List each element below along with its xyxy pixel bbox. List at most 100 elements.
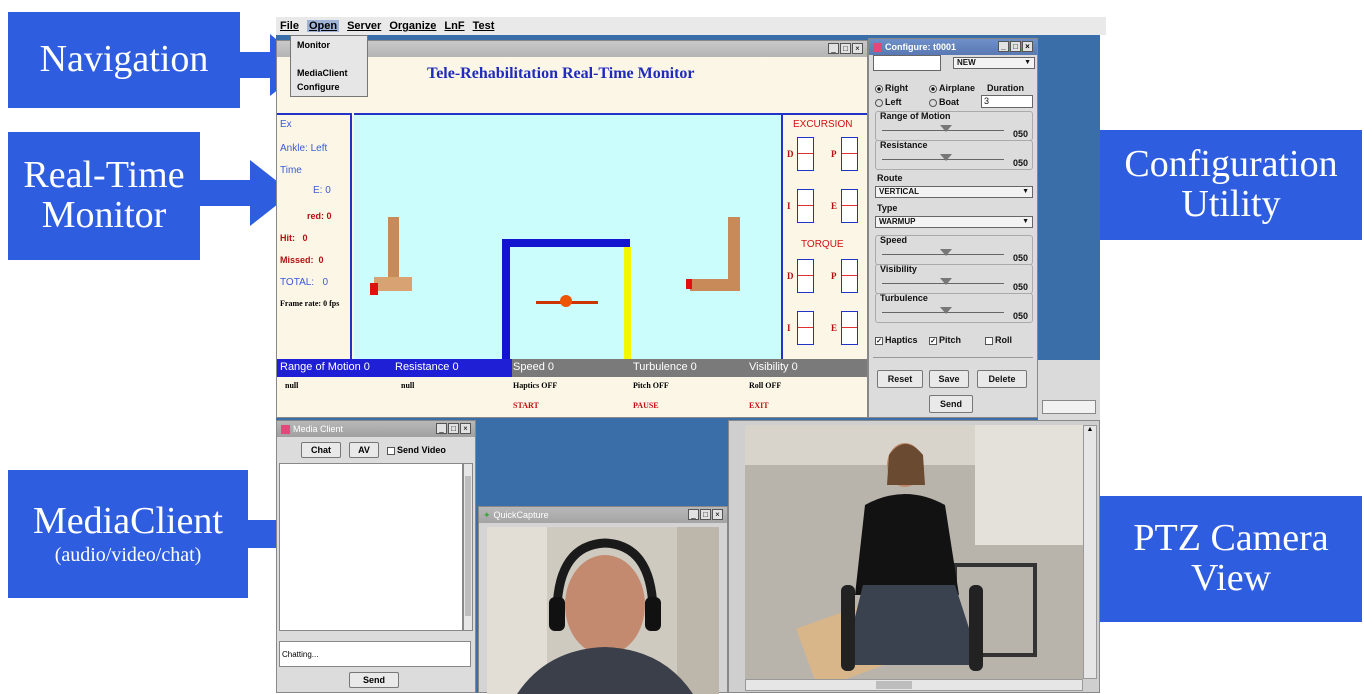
chat-scrollbar[interactable] — [463, 463, 473, 631]
config-name-input[interactable] — [873, 55, 941, 71]
callout-config-line2: Utility — [1181, 183, 1281, 225]
ptz-vertical-scrollbar[interactable]: ▲ — [1083, 425, 1097, 679]
menu-file[interactable]: File — [280, 20, 299, 32]
side-right-radio[interactable]: Right — [875, 83, 908, 93]
maximize-icon[interactable]: □ — [840, 43, 851, 54]
config-send-button[interactable]: Send — [929, 395, 973, 413]
menu-open[interactable]: Open — [306, 20, 340, 32]
app-icon — [873, 42, 882, 52]
ptz-person-body — [855, 494, 959, 595]
close-icon[interactable]: × — [460, 423, 471, 434]
menu-organize[interactable]: Organize — [389, 20, 436, 32]
stat-total: TOTAL: 0 — [280, 277, 328, 288]
speed-slider-thumb[interactable] — [940, 249, 952, 256]
callout-ptz-line1: PTZ Camera — [1133, 517, 1329, 560]
send-video-label: Send Video — [397, 445, 446, 455]
chat-send-button[interactable]: Send — [349, 672, 399, 688]
stat-missed-label: Missed: — [280, 255, 314, 265]
rom-slider-thumb[interactable] — [940, 125, 952, 132]
av-button[interactable]: AV — [349, 442, 379, 458]
rom-label: Range of Motion — [880, 111, 951, 121]
route-label: Route — [877, 173, 903, 183]
callout-config-line1: Configuration — [1124, 143, 1338, 186]
minimize-icon[interactable]: _ — [688, 509, 699, 520]
callout-ptz-line2: View — [1190, 557, 1272, 599]
excursion-gauge-e — [841, 189, 858, 223]
configure-window: Configure: t0001 _□× NEW Right Left Airp… — [868, 38, 1038, 418]
mode-airplane-label: Airplane — [939, 83, 976, 93]
minimize-icon[interactable]: _ — [828, 43, 839, 54]
configure-title: Configure: t0001 — [885, 42, 957, 52]
monitor-title: Tele-Rehabilitation Real-Time Monitor — [427, 65, 695, 82]
quickcapture-titlebar: ✦ QuickCapture _ □ × — [479, 507, 727, 523]
chat-button[interactable]: Chat — [301, 442, 341, 458]
stat-time: Time — [280, 165, 302, 176]
turbulence-slider-thumb[interactable] — [940, 307, 952, 314]
ptz-horizontal-scrollbar[interactable] — [745, 679, 1083, 691]
type-select[interactable]: WARMUP — [875, 216, 1033, 228]
callout-media: MediaClient (audio/video/chat) — [8, 470, 248, 598]
quickcapture-title: QuickCapture — [493, 510, 549, 520]
close-icon[interactable]: × — [852, 43, 863, 54]
close-icon[interactable]: × — [712, 509, 723, 520]
status-visibility: Visibility 0 — [749, 361, 798, 373]
config-divider — [873, 357, 1033, 358]
status-rom: Range of Motion 0 — [280, 361, 370, 373]
check-icon: ✓ — [875, 336, 883, 345]
stat-score: E: 0 — [313, 185, 331, 196]
side-left-radio[interactable]: Left — [875, 97, 902, 107]
goal-frame-left — [502, 239, 510, 361]
unchecked-box-icon — [387, 446, 395, 455]
gauge-label-p1: P — [831, 149, 837, 159]
chat-log-area[interactable] — [279, 463, 463, 631]
excursion-label: EXCURSION — [793, 119, 853, 130]
scroll-up-icon[interactable]: ▲ — [1084, 426, 1096, 433]
scroll-thumb[interactable] — [876, 681, 912, 689]
close-icon[interactable]: × — [1022, 41, 1033, 52]
menu-item-mediaclient[interactable]: MediaClient — [297, 66, 361, 80]
menu-item-configure[interactable]: Configure — [297, 80, 361, 94]
visibility-label: Visibility — [880, 264, 917, 274]
quickcapture-window: ✦ QuickCapture _ □ × — [478, 506, 728, 694]
chat-input[interactable]: Chatting... — [279, 641, 471, 667]
goal-frame-right — [624, 247, 631, 361]
route-select[interactable]: VERTICAL — [875, 186, 1033, 198]
minimize-icon[interactable]: _ — [436, 423, 447, 434]
delete-button[interactable]: Delete — [977, 370, 1027, 388]
callout-navigation-label: Navigation — [39, 38, 209, 81]
send-video-checkbox[interactable]: Send Video — [387, 445, 446, 455]
haptics-checkbox[interactable]: ✓ Haptics — [875, 335, 918, 345]
speed-value: 050 — [1012, 253, 1028, 263]
reset-button[interactable]: Reset — [877, 370, 923, 388]
pitch-checkbox[interactable]: ✓ Pitch — [929, 335, 961, 345]
duration-input[interactable]: 3 — [981, 95, 1033, 108]
turbulence-value: 050 — [1012, 311, 1028, 321]
scroll-thumb[interactable] — [465, 476, 471, 616]
maximize-icon[interactable]: □ — [1010, 41, 1021, 52]
config-new-select[interactable]: NEW — [953, 57, 1035, 69]
mode-airplane-radio[interactable]: Airplane — [929, 83, 975, 93]
visibility-slider-thumb[interactable] — [940, 278, 952, 285]
right-leg-model — [728, 217, 740, 289]
maximize-icon[interactable]: □ — [700, 509, 711, 520]
save-button[interactable]: Save — [929, 370, 969, 388]
gauge-label-d1: D — [787, 149, 794, 159]
resistance-label: Resistance — [880, 140, 928, 150]
minimize-icon[interactable]: _ — [998, 41, 1009, 52]
resistance-slider-thumb[interactable] — [940, 154, 952, 161]
type-label: Type — [877, 203, 898, 213]
start-button[interactable]: START — [513, 401, 539, 410]
null-value-1: null — [285, 381, 299, 390]
menu-lnf[interactable]: LnF — [444, 20, 464, 32]
pause-button[interactable]: PAUSE — [633, 401, 659, 410]
status-row2: null null Haptics OFF Pitch OFF Roll OFF — [277, 381, 867, 395]
menu-server[interactable]: Server — [347, 20, 381, 32]
speed-slider-group: Speed 050 — [875, 235, 1033, 265]
menu-item-monitor[interactable]: Monitor — [297, 38, 361, 52]
menu-test[interactable]: Test — [473, 20, 495, 32]
mode-boat-label: Boat — [939, 97, 959, 107]
mode-boat-radio[interactable]: Boat — [929, 97, 959, 107]
exit-button[interactable]: EXIT — [749, 401, 769, 410]
maximize-icon[interactable]: □ — [448, 423, 459, 434]
roll-checkbox[interactable]: Roll — [985, 335, 1012, 345]
